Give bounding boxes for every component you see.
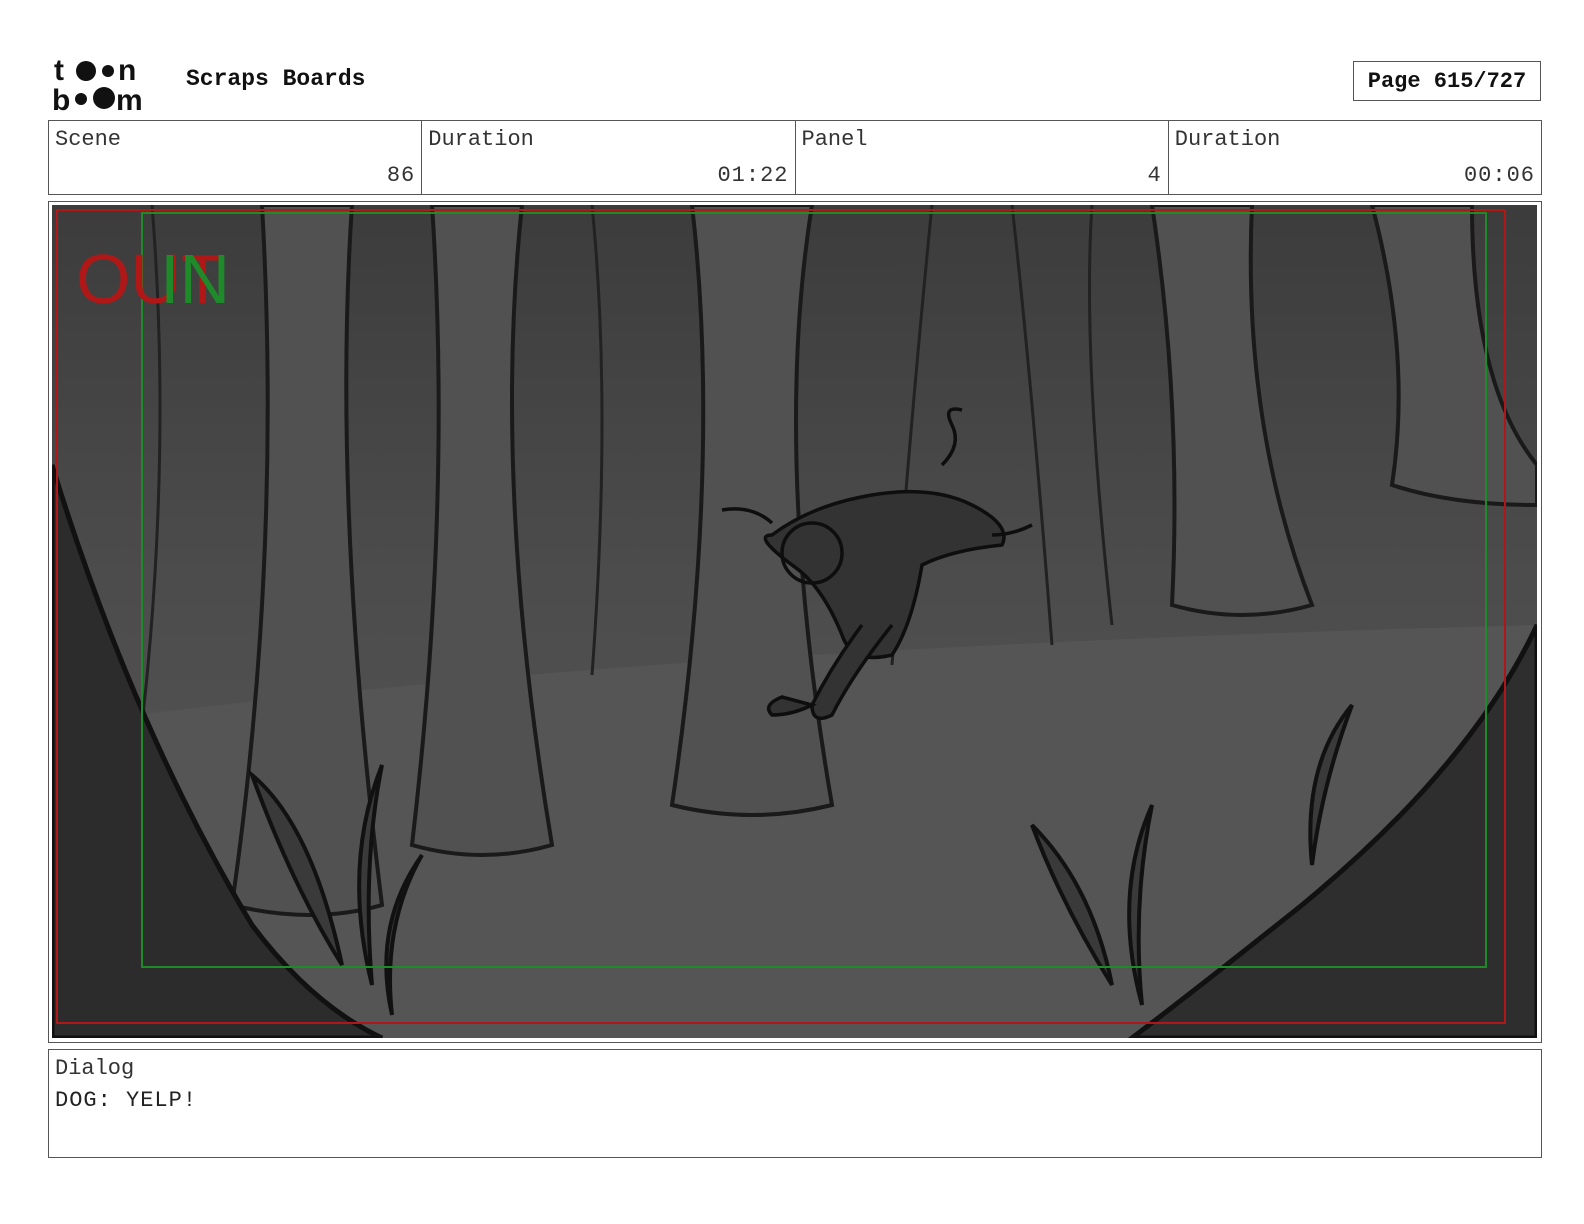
scene-duration-value: 01:22 <box>717 163 789 188</box>
scene-label: Scene <box>55 127 122 152</box>
panel-artwork: OUT IN <box>52 205 1537 1038</box>
svg-text:b: b <box>52 84 70 112</box>
svg-text:n: n <box>118 54 136 87</box>
in-frame-label: IN <box>160 240 230 318</box>
panel-duration-label: Duration <box>1174 127 1281 152</box>
panel-cell: Panel 4 <box>796 121 1169 194</box>
scene-value: 86 <box>386 163 416 188</box>
panel-label: Panel <box>801 127 868 152</box>
page-indicator: Page 615/727 <box>1353 61 1541 101</box>
dialog-box: Dialog DOG: YELP! <box>48 1049 1542 1158</box>
scene-cell: Scene 86 <box>49 121 423 194</box>
svg-text:m: m <box>116 84 143 112</box>
toon-boom-logo: t n b m <box>52 54 143 112</box>
scene-duration-cell: Duration 01:22 <box>422 121 796 194</box>
info-row: Scene 86 Duration 01:22 Panel 4 Duration… <box>48 120 1542 195</box>
storyboard-panel: OUT IN <box>48 201 1542 1043</box>
dialog-text: DOG: YELP! <box>55 1088 198 1113</box>
project-title: Scraps Boards <box>186 66 366 92</box>
panel-duration-value: 00:06 <box>1463 163 1535 188</box>
dialog-label: Dialog <box>55 1056 135 1081</box>
panel-duration-cell: Duration 00:06 <box>1169 121 1541 194</box>
svg-text:t: t <box>54 54 64 87</box>
panel-value: 4 <box>1147 163 1162 188</box>
scene-duration-label: Duration <box>428 127 534 152</box>
